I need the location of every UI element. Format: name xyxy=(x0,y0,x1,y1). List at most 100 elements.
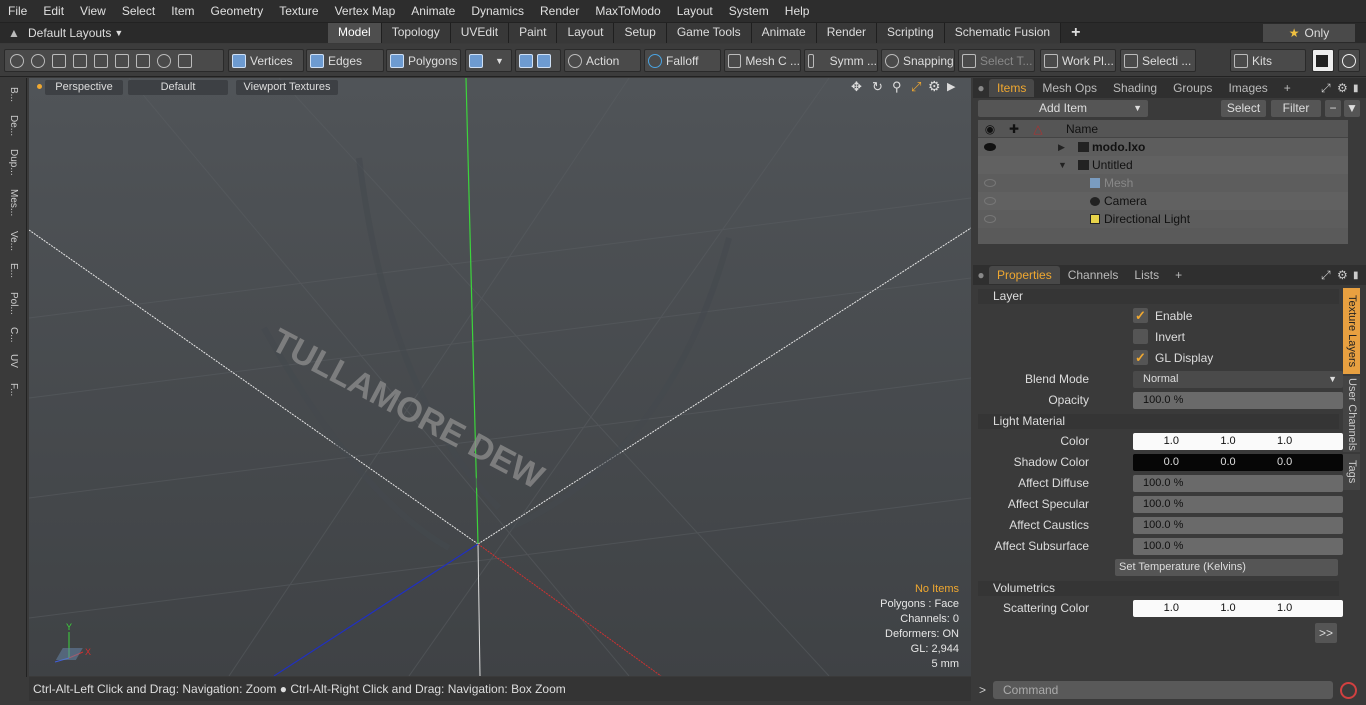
left-tab-edge[interactable]: E... xyxy=(3,259,23,283)
menu-item[interactable]: Item xyxy=(163,0,202,22)
light-material-section-header[interactable]: Light Material xyxy=(978,414,1339,429)
menu-file[interactable]: File xyxy=(0,0,35,22)
lasso-icon[interactable] xyxy=(52,53,66,68)
left-tab-mesh-edit[interactable]: Mes... xyxy=(3,183,23,223)
menu-animate[interactable]: Animate xyxy=(403,0,463,22)
invert-checkbox[interactable] xyxy=(1133,329,1148,344)
menu-help[interactable]: Help xyxy=(777,0,818,22)
expand-arrow-icon[interactable]: ▶ xyxy=(1058,142,1065,153)
collapse-button[interactable]: − xyxy=(1325,100,1341,117)
tab-schematic-fusion[interactable]: Schematic Fusion xyxy=(944,23,1062,43)
command-input[interactable]: Command xyxy=(993,681,1333,699)
maximize-icon[interactable]: ⤢ xyxy=(911,79,921,95)
add-item-button[interactable]: Add Item ▼ xyxy=(978,100,1148,117)
left-tab-polygon[interactable]: Pol... xyxy=(3,286,23,320)
menu-vertex-map[interactable]: Vertex Map xyxy=(327,0,404,22)
only-button[interactable]: ★ Only xyxy=(1263,24,1355,42)
color-field[interactable]: 1.0 1.0 1.0 xyxy=(1133,433,1343,450)
menu-system[interactable]: System xyxy=(721,0,777,22)
tab-game-tools[interactable]: Game Tools xyxy=(666,23,752,43)
globe-icon[interactable] xyxy=(31,53,45,68)
gear-icon[interactable]: ⚙ xyxy=(928,78,941,95)
visibility-column-icon[interactable]: ◉ xyxy=(978,122,1002,136)
tree-row-untitled[interactable]: ▼ Untitled xyxy=(978,156,1348,174)
opacity-field[interactable]: 100.0 % xyxy=(1133,392,1343,409)
menu-dynamics[interactable]: Dynamics xyxy=(463,0,532,22)
menu-render[interactable]: Render xyxy=(532,0,587,22)
scale-icon[interactable] xyxy=(136,53,150,68)
circle-select-icon[interactable] xyxy=(10,53,24,68)
tab-model[interactable]: Model xyxy=(328,23,382,43)
symmetry-toggles[interactable] xyxy=(515,49,561,72)
tab-mesh-ops[interactable]: Mesh Ops xyxy=(1034,79,1105,97)
tab-topology[interactable]: Topology xyxy=(381,23,451,43)
kits-button[interactable]: Kits xyxy=(1230,49,1306,72)
item-mode-icon[interactable] xyxy=(178,53,192,68)
more-icon[interactable]: ▮ xyxy=(1353,270,1359,281)
viewport-textures-button[interactable]: Viewport Textures xyxy=(236,80,338,95)
tab-layout[interactable]: Layout xyxy=(557,23,615,43)
tab-properties[interactable]: Properties xyxy=(989,266,1060,284)
more-properties-button[interactable]: >> xyxy=(1315,623,1337,643)
eye-icon[interactable] xyxy=(984,215,996,223)
perspective-button[interactable]: Perspective xyxy=(45,80,123,95)
tree-row-modo-lxo[interactable]: ▶ modo.lxo xyxy=(978,138,1348,156)
layer-section-header[interactable]: Layer xyxy=(978,289,1339,304)
select-tools-group[interactable] xyxy=(4,49,224,72)
affect-subsurface-field[interactable]: 100.0 % xyxy=(1133,538,1343,555)
rotate-icon[interactable] xyxy=(157,53,171,68)
tab-lists[interactable]: Lists xyxy=(1126,266,1167,284)
axis-column-icon[interactable]: △ xyxy=(1026,122,1050,136)
left-tab-vertex[interactable]: Ve... xyxy=(3,226,23,256)
tree-row-camera[interactable]: Camera xyxy=(978,192,1348,210)
lock-column-icon[interactable]: ✚ xyxy=(1002,122,1026,136)
edges-button[interactable]: Edges xyxy=(306,49,384,72)
vertices-button[interactable]: Vertices xyxy=(228,49,304,72)
more-icon[interactable]: ▮ xyxy=(1353,83,1359,94)
menu-edit[interactable]: Edit xyxy=(35,0,72,22)
falloff-button[interactable]: Falloff xyxy=(644,49,721,72)
name-column-header[interactable]: Name xyxy=(1066,122,1098,136)
tree-row-mesh[interactable]: Mesh xyxy=(978,174,1348,192)
menu-texture[interactable]: Texture xyxy=(271,0,326,22)
tab-uvedit[interactable]: UVEdit xyxy=(450,23,510,43)
volumetrics-section-header[interactable]: Volumetrics xyxy=(978,581,1339,596)
polygons-button[interactable]: Polygons xyxy=(386,49,461,72)
move-icon[interactable] xyxy=(115,53,129,68)
tab-images[interactable]: Images xyxy=(1220,79,1275,97)
add-panel-tab-button[interactable]: + xyxy=(1167,266,1190,284)
unreal-button[interactable] xyxy=(1338,49,1360,72)
set-temperature-button[interactable]: Set Temperature (Kelvins) xyxy=(1115,559,1338,576)
snapping-button[interactable]: Snapping xyxy=(881,49,955,72)
3d-viewport[interactable]: TULLAMORE DEW Y X Perspective Default Vi… xyxy=(29,78,971,676)
left-tab-curve[interactable]: C... xyxy=(3,323,23,347)
tab-groups[interactable]: Groups xyxy=(1165,79,1220,97)
eye-icon[interactable] xyxy=(984,179,996,187)
side-tab-user-channels[interactable]: User Channels xyxy=(1343,376,1360,452)
gl-display-checkbox[interactable]: ✓ xyxy=(1133,350,1148,365)
menu-view[interactable]: View xyxy=(72,0,114,22)
pan-icon[interactable]: ✥ xyxy=(851,79,862,95)
affect-specular-field[interactable]: 100.0 % xyxy=(1133,496,1343,513)
zoom-icon[interactable]: ⚲ xyxy=(892,79,902,95)
modo-logo-button[interactable] xyxy=(1312,49,1334,72)
affect-caustics-field[interactable]: 100.0 % xyxy=(1133,517,1343,534)
transform-icon[interactable] xyxy=(94,53,108,68)
eye-icon[interactable] xyxy=(984,143,996,151)
gear-icon[interactable]: ⚙ xyxy=(1337,268,1348,282)
menu-layout[interactable]: Layout xyxy=(669,0,721,22)
add-tab-button[interactable]: + xyxy=(1061,23,1090,43)
tab-render[interactable]: Render xyxy=(816,23,878,43)
shading-default-button[interactable]: Default xyxy=(128,80,228,95)
left-tab-duplicate[interactable]: Dup... xyxy=(3,144,23,180)
material-mode-button[interactable]: ▼ xyxy=(465,49,512,72)
selection-sets-button[interactable]: Selecti ... xyxy=(1120,49,1196,72)
expand-icon[interactable]: ⤢ xyxy=(1321,268,1331,283)
eye-icon[interactable] xyxy=(984,197,996,205)
affect-diffuse-field[interactable]: 100.0 % xyxy=(1133,475,1343,492)
tab-paint[interactable]: Paint xyxy=(509,23,558,43)
tab-setup[interactable]: Setup xyxy=(614,23,667,43)
select-through-button[interactable]: Select T... xyxy=(958,49,1035,72)
shadow-color-field[interactable]: 0.0 0.0 0.0 xyxy=(1133,454,1343,471)
brush-icon[interactable] xyxy=(73,53,87,68)
